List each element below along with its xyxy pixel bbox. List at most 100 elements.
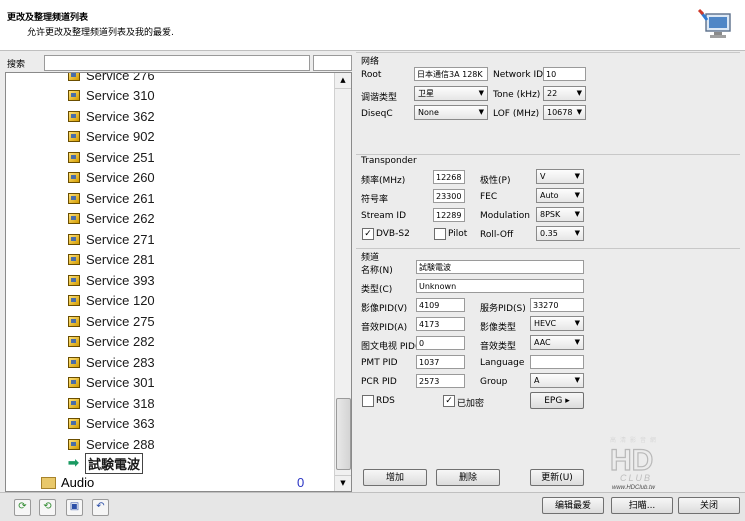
stream-id-field[interactable]: 12289 — [433, 208, 465, 222]
tree-item[interactable]: Service 262 — [68, 209, 155, 229]
network-group: 网络 Root 日本通信3A 128K Network ID 10 调谐类型 卫… — [356, 52, 740, 149]
delete-button[interactable]: 删除 — [436, 469, 500, 486]
rolloff-value: 0.35 — [540, 229, 558, 238]
video-pid-field[interactable]: 4109 — [416, 298, 465, 312]
tree-scrollbar[interactable]: ▲ ▼ — [334, 73, 351, 491]
scroll-down-icon[interactable]: ▼ — [335, 475, 351, 491]
teletext-pid-field[interactable]: 0 — [416, 336, 465, 350]
svg-text:www.HDClub.tw: www.HDClub.tw — [612, 485, 656, 490]
tuner-type-value: 卫星 — [418, 89, 434, 98]
tree-item[interactable]: Service 310 — [68, 86, 155, 106]
root-label: Root — [361, 70, 382, 80]
tree-item[interactable]: Service 318 — [68, 393, 155, 413]
network-id-field[interactable]: 10 — [543, 67, 586, 81]
language-field[interactable] — [530, 355, 584, 369]
chevron-down-icon: ▼ — [478, 108, 484, 116]
search-filter-input[interactable] — [313, 55, 352, 71]
tree-item[interactable]: Service 281 — [68, 250, 155, 270]
tree-item[interactable]: Service 251 — [68, 147, 155, 167]
scroll-thumb[interactable] — [336, 398, 351, 470]
add-button[interactable]: 增加 — [363, 469, 427, 486]
tree-item[interactable]: Service 283 — [68, 352, 155, 372]
undo-icon[interactable]: ↶ — [92, 499, 109, 516]
tree-item-selected[interactable]: ➡ 試験電波 — [68, 452, 144, 474]
tree-item[interactable]: Service 260 — [68, 168, 155, 188]
save-icon[interactable]: ▣ — [66, 499, 83, 516]
edit-favorites-button[interactable]: 编辑最爱 — [542, 497, 604, 514]
epg-button[interactable]: EPG ▸ — [530, 392, 584, 409]
root-field[interactable]: 日本通信3A 128K — [414, 67, 488, 81]
tree-item-label: Service 120 — [86, 293, 155, 308]
group-select[interactable]: A ▼ — [530, 373, 584, 388]
selected-channel-label: 試験電波 — [85, 452, 144, 474]
dialog-header: 更改及整理频道列表 允许更改及整理频道列表及我的最爱. — [0, 0, 745, 51]
tree-item-label: Service 260 — [86, 170, 155, 185]
chevron-right-icon: ▸ — [565, 396, 570, 406]
channel-group-title: 频道 — [361, 253, 380, 263]
update-button[interactable]: 更新(U) — [530, 469, 584, 486]
tree-item[interactable]: Service 363 — [68, 414, 155, 434]
hdclub-watermark-logo: 高清影音網 HD CLUB www.HDClub.tw — [609, 436, 656, 490]
edit-favorites-label: 编辑最爱 — [554, 501, 591, 511]
diseqc-select[interactable]: None ▼ — [414, 105, 488, 120]
tone-select[interactable]: 22 ▼ — [543, 86, 586, 101]
tree-item[interactable]: Service 261 — [68, 188, 155, 208]
tree-item[interactable]: Service 393 — [68, 270, 155, 290]
channel-name-label: 名称(N) — [361, 266, 393, 276]
network-id-label: Network ID — [493, 70, 544, 80]
dvbs2-checkbox[interactable]: ✓ — [362, 228, 374, 240]
delete-button-label: 删除 — [458, 473, 477, 483]
channel-type-field[interactable]: Unknown — [416, 279, 584, 293]
channel-name-field[interactable]: 試験電波 — [416, 260, 584, 274]
tree-item[interactable]: Service 276 — [68, 73, 155, 85]
tree-item[interactable]: Service 301 — [68, 373, 155, 393]
scan-button[interactable]: 扫瞄... — [611, 497, 673, 514]
rolloff-label: Roll-Off — [480, 230, 514, 240]
tree-item[interactable]: Service 362 — [68, 106, 155, 126]
close-label: 关闭 — [699, 501, 718, 511]
export-icon[interactable]: ⟲ — [39, 499, 56, 516]
pmt-pid-field[interactable]: 1037 — [416, 355, 465, 369]
arrow-right-icon: ➡ — [68, 455, 79, 470]
symbol-rate-field[interactable]: 23300 — [433, 189, 465, 203]
encrypted-checkbox[interactable]: ✓ — [443, 395, 455, 407]
add-favorite-icon[interactable]: ⟳ — [14, 499, 31, 516]
tree-item[interactable]: Service 275 — [68, 311, 155, 331]
audio-type-select[interactable]: AAC ▼ — [530, 335, 584, 350]
pcr-pid-field[interactable]: 2573 — [416, 374, 465, 388]
polarity-select[interactable]: V ▼ — [536, 169, 584, 184]
tree-item[interactable]: Service 902 — [68, 127, 155, 147]
tree-item-label: Service 288 — [86, 436, 155, 452]
rds-checkbox[interactable] — [362, 395, 374, 407]
video-type-select[interactable]: HEVC ▼ — [530, 316, 584, 331]
tree-item[interactable]: Service 282 — [68, 332, 155, 352]
pilot-checkbox[interactable] — [434, 228, 446, 240]
tuner-type-select[interactable]: 卫星 ▼ — [414, 86, 488, 101]
modulation-select[interactable]: 8PSK ▼ — [536, 207, 584, 222]
fec-select[interactable]: Auto ▼ — [536, 188, 584, 203]
audio-pid-field[interactable]: 4173 — [416, 317, 465, 331]
pcr-pid-label: PCR PID — [361, 377, 397, 387]
frequency-field[interactable]: 12268 — [433, 170, 465, 184]
service-pid-field[interactable]: 33270 — [530, 298, 584, 312]
modulation-label: Modulation — [480, 211, 530, 221]
tv-channel-icon — [68, 336, 80, 347]
transponder-group: Transponder 频率(MHz) 12268 极性(P) V ▼ 符号率 2… — [356, 154, 740, 247]
audio-type-label: 音效类型 — [480, 342, 517, 352]
tree-item[interactable]: Service 120 — [68, 291, 155, 311]
tree-folder-audio[interactable]: Audio — [41, 475, 94, 490]
search-input[interactable] — [44, 55, 310, 71]
channel-tree[interactable]: Service 276 Service 310 Service 362 Service… — [5, 72, 352, 492]
tree-item-label: Service 275 — [86, 313, 155, 329]
lof-select[interactable]: 10678 ▼ — [543, 105, 586, 120]
tree-item-label: Service 283 — [86, 354, 155, 370]
tree-item[interactable]: Service 271 — [68, 229, 155, 249]
scroll-up-icon[interactable]: ▲ — [335, 73, 351, 89]
tv-channel-icon — [68, 418, 80, 429]
dvbs2-label: DVB-S2 — [376, 229, 410, 239]
tree-item[interactable]: Service 288 — [68, 434, 155, 454]
modulation-value: 8PSK — [540, 210, 561, 219]
chevron-down-icon: ▼ — [574, 319, 580, 327]
close-button[interactable]: 关闭 — [678, 497, 740, 514]
rolloff-select[interactable]: 0.35 ▼ — [536, 226, 584, 241]
